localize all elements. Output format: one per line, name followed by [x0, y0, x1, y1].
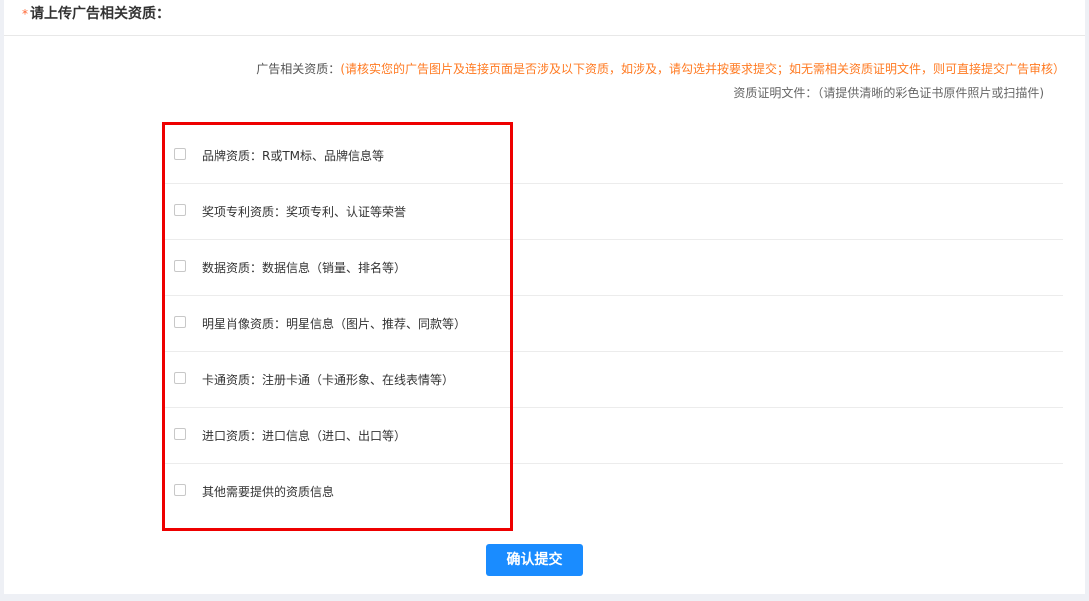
qualification-list: 品牌资质：R或TM标、品牌信息等 奖项专利资质：奖项专利、认证等荣誉 数据资质：… — [164, 128, 1063, 520]
qualification-label-award-patent[interactable]: 奖项专利资质：奖项专利、认证等荣誉 — [202, 203, 406, 221]
proof-file-hint: 资质证明文件：（请提供清晰的彩色证书原件照片或扫描件) — [733, 86, 1044, 100]
qualification-row-import[interactable]: 进口资质：进口信息（进口、出口等） — [164, 408, 1063, 464]
section-title: * 请上传广告相关资质： — [22, 4, 170, 24]
qualification-row-brand[interactable]: 品牌资质：R或TM标、品牌信息等 — [164, 128, 1063, 184]
checkbox-other[interactable] — [174, 484, 186, 496]
confirm-submit-button[interactable]: 确认提交 — [486, 544, 583, 576]
description-note: (请核实您的广告图片及连接页面是否涉及以下资质，如涉及，请勾选并按要求提交；如无… — [340, 62, 1065, 76]
qualification-label-brand[interactable]: 品牌资质：R或TM标、品牌信息等 — [202, 147, 384, 165]
qualification-row-award-patent[interactable]: 奖项专利资质：奖项专利、认证等荣誉 — [164, 184, 1063, 240]
checkbox-celebrity[interactable] — [174, 316, 186, 328]
qualification-row-other[interactable]: 其他需要提供的资质信息 — [164, 464, 1063, 520]
checkbox-brand[interactable] — [174, 148, 186, 160]
required-mark: * — [22, 7, 28, 21]
qualification-row-cartoon[interactable]: 卡通资质：注册卡通（卡通形象、在线表情等） — [164, 352, 1063, 408]
qualification-label-data[interactable]: 数据资质：数据信息（销量、排名等） — [202, 259, 406, 277]
checkbox-import[interactable] — [174, 428, 186, 440]
title-divider — [4, 35, 1085, 36]
checkbox-cartoon[interactable] — [174, 372, 186, 384]
qualification-label-celebrity[interactable]: 明星肖像资质：明星信息（图片、推荐、同款等） — [202, 315, 466, 333]
qualification-label-cartoon[interactable]: 卡通资质：注册卡通（卡通形象、在线表情等） — [202, 371, 454, 389]
checkbox-data[interactable] — [174, 260, 186, 272]
qualification-row-data[interactable]: 数据资质：数据信息（销量、排名等） — [164, 240, 1063, 296]
description-label: 广告相关资质： — [256, 62, 341, 76]
qualification-label-other[interactable]: 其他需要提供的资质信息 — [202, 483, 334, 501]
section-title-text: 请上传广告相关资质： — [30, 6, 170, 22]
qualification-description: 广告相关资质：(请核实您的广告图片及连接页面是否涉及以下资质，如涉及，请勾选并按… — [256, 60, 1065, 78]
qualification-row-celebrity[interactable]: 明星肖像资质：明星信息（图片、推荐、同款等） — [164, 296, 1063, 352]
checkbox-award-patent[interactable] — [174, 204, 186, 216]
qualification-label-import[interactable]: 进口资质：进口信息（进口、出口等） — [202, 427, 406, 445]
